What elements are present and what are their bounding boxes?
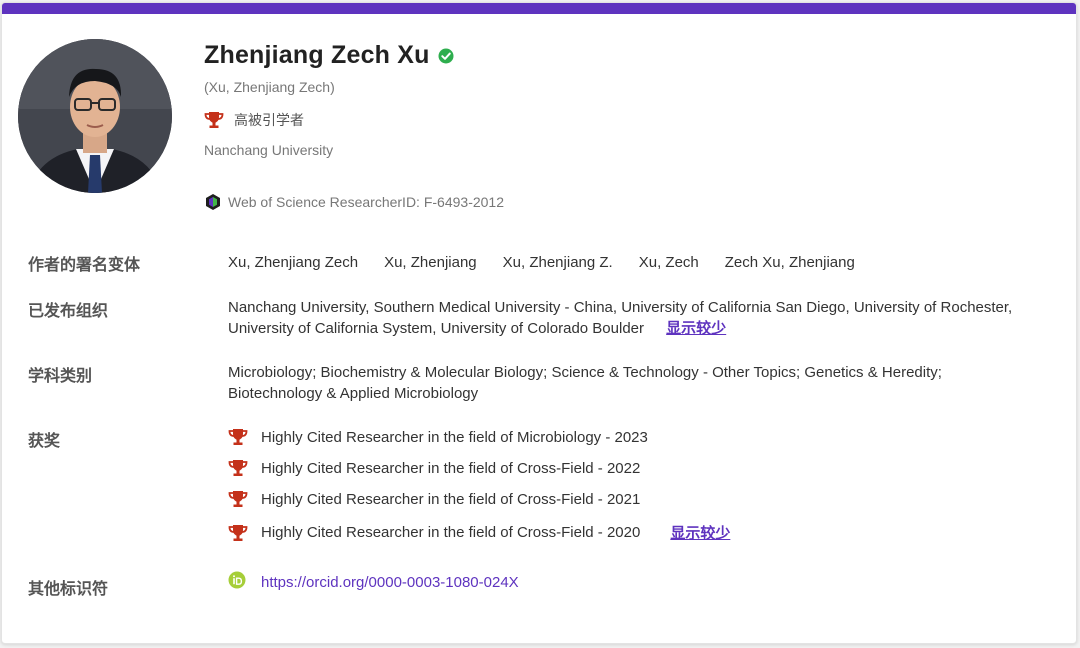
subjects-label: 学科类别 (28, 368, 93, 385)
orcid-icon (228, 571, 246, 588)
award-text: Highly Cited Researcher in the field of … (261, 459, 641, 477)
award-item: Highly Cited Researcher in the field of … (228, 522, 730, 543)
trophy-icon (228, 491, 248, 507)
award-item: Highly Cited Researcher in the field of … (228, 428, 648, 446)
wos-id-text: Web of Science ResearcherID: F-6493-2012 (228, 194, 504, 210)
highly-cited-badge: 高被引学者 (204, 110, 304, 130)
organizations-line: Nanchang University, Southern Medical Un… (228, 299, 1013, 316)
affiliation: Nanchang University (204, 142, 334, 158)
name-variant: Xu, Zhenjiang Z. (502, 254, 613, 271)
highly-cited-label: 高被引学者 (234, 112, 304, 128)
award-item: Highly Cited Researcher in the field of … (228, 490, 640, 508)
trophy-icon (228, 460, 248, 476)
trophy-icon (228, 429, 248, 445)
orcid-link[interactable]: https://orcid.org/0000-0003-1080-024X (261, 574, 519, 591)
identifiers-label: 其他标识符 (28, 581, 109, 598)
name-variant: Xu, Zech (638, 254, 699, 271)
subjects-list: Microbiology; Biochemistry & Molecular B… (228, 362, 942, 404)
subjects-line: Microbiology; Biochemistry & Molecular B… (228, 364, 942, 381)
variants-label: 作者的署名变体 (28, 257, 141, 274)
name-variants-list: Xu, Zhenjiang Zech Xu, Zhenjiang Xu, Zhe… (228, 252, 881, 273)
avatar (18, 39, 172, 193)
award-text: Highly Cited Researcher in the field of … (261, 428, 648, 446)
orcid-row: https://orcid.org/0000-0003-1080-024X (228, 571, 519, 591)
awards-label: 获奖 (28, 433, 61, 450)
award-item: Highly Cited Researcher in the field of … (228, 459, 640, 477)
organizations-label: 已发布组织 (28, 303, 109, 320)
web-of-science-logo (206, 194, 220, 210)
organizations-list: Nanchang University, Southern Medical Un… (228, 297, 1012, 339)
check-circle-icon (438, 48, 454, 63)
name-variant: Zech Xu, Zhenjiang (724, 254, 855, 271)
award-text: Highly Cited Researcher in the field of … (261, 490, 641, 508)
avatar-portrait (18, 39, 172, 193)
subjects-line: Biotechnology & Applied Microbiology (228, 385, 479, 402)
alternate-name: (Xu, Zhenjiang Zech) (204, 79, 335, 95)
trophy-icon (204, 112, 224, 128)
researcher-profile-card: Zhenjiang Zech Xu (Xu, Zhenjiang Zech) 高… (1, 2, 1077, 644)
researcher-name: Zhenjiang Zech Xu (204, 41, 430, 69)
name-variant: Xu, Zhenjiang (384, 254, 477, 271)
organizations-line: University of California System, Univers… (228, 320, 644, 337)
name-row: Zhenjiang Zech Xu (204, 41, 454, 70)
award-text: Highly Cited Researcher in the field of … (261, 524, 641, 541)
trophy-icon (228, 524, 248, 541)
show-less-organizations-link[interactable]: 显示较少 (666, 320, 726, 337)
show-less-awards-link[interactable]: 显示较少 (670, 522, 730, 543)
wos-researcher-id: Web of Science ResearcherID: F-6493-2012 (204, 193, 504, 211)
name-variant: Xu, Zhenjiang Zech (228, 254, 359, 271)
accent-bar (2, 3, 1076, 14)
